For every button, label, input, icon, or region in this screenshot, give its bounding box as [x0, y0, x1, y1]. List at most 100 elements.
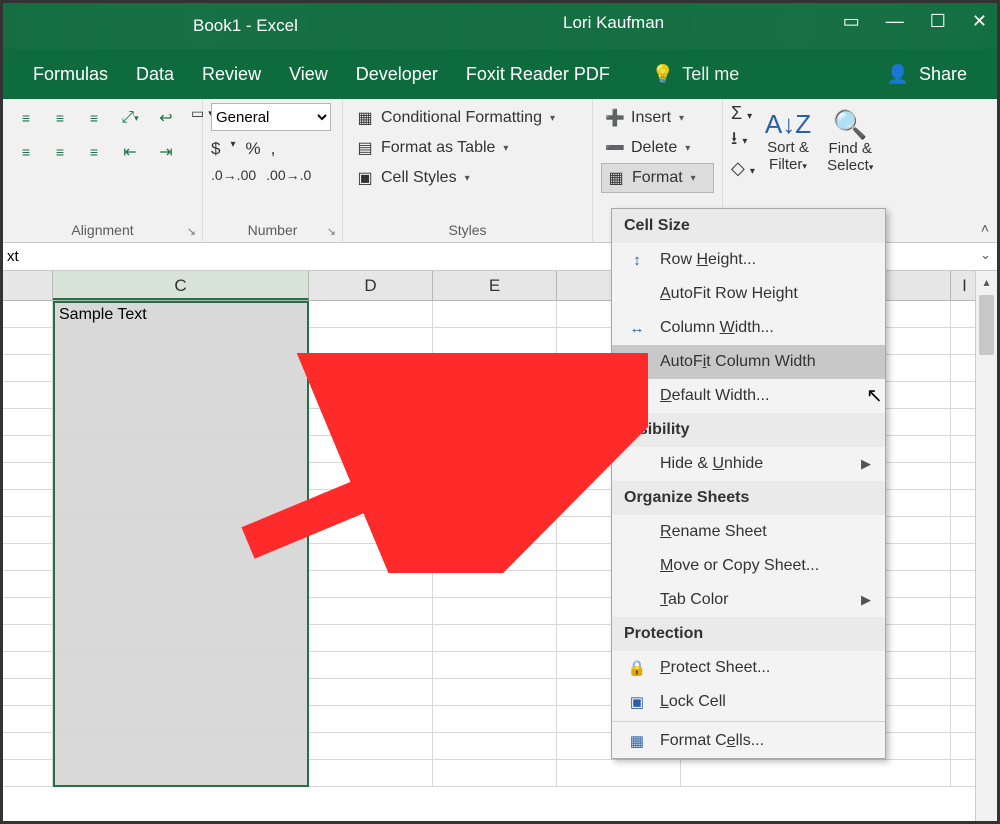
cell[interactable] — [433, 571, 557, 598]
menu-column-width[interactable]: ↔ Column Width... — [612, 311, 885, 345]
cell[interactable] — [309, 544, 433, 571]
cell[interactable] — [433, 355, 557, 382]
cell[interactable] — [53, 409, 309, 436]
format-as-table-button[interactable]: ▤ Format as Table▾ — [351, 133, 584, 163]
cell[interactable] — [309, 598, 433, 625]
cell[interactable] — [309, 706, 433, 733]
decrease-decimal-icon[interactable]: .00→.0 — [266, 167, 311, 183]
cell[interactable] — [3, 355, 53, 382]
col-header-e[interactable]: E — [433, 271, 557, 300]
menu-hide-unhide[interactable]: Hide & Unhide ▶ — [612, 447, 885, 481]
cell[interactable] — [3, 571, 53, 598]
cell[interactable] — [309, 436, 433, 463]
cell[interactable] — [53, 733, 309, 760]
comma-icon[interactable]: , — [271, 139, 276, 159]
cell[interactable] — [433, 301, 557, 328]
cell[interactable] — [53, 652, 309, 679]
currency-icon[interactable]: $ — [211, 139, 220, 159]
cell-styles-button[interactable]: ▣ Cell Styles▾ — [351, 163, 584, 193]
cell[interactable] — [3, 706, 53, 733]
cell[interactable] — [309, 490, 433, 517]
autosum-icon[interactable]: Σ ▾ — [731, 103, 755, 124]
cell[interactable] — [433, 706, 557, 733]
increase-decimal-icon[interactable]: .0→.00 — [211, 167, 256, 183]
menu-row-height[interactable]: ↕ Row Height... — [612, 243, 885, 277]
tab-review[interactable]: Review — [202, 64, 261, 85]
sort-filter-button[interactable]: A↓Z Sort &Filter▾ — [759, 103, 817, 179]
cell[interactable] — [3, 679, 53, 706]
cell[interactable] — [433, 625, 557, 652]
cell[interactable] — [3, 544, 53, 571]
cell[interactable] — [3, 436, 53, 463]
cell[interactable] — [309, 463, 433, 490]
cell[interactable] — [309, 517, 433, 544]
tab-developer[interactable]: Developer — [356, 64, 438, 85]
alignment-dialog-launcher-icon[interactable]: ↘ — [187, 225, 196, 238]
cell[interactable] — [557, 760, 681, 787]
cell[interactable] — [433, 652, 557, 679]
cell[interactable] — [3, 463, 53, 490]
wrap-text-icon[interactable]: ↩ — [151, 103, 181, 133]
cell[interactable] — [3, 598, 53, 625]
cell[interactable] — [309, 625, 433, 652]
tell-me[interactable]: 💡 Tell me — [652, 64, 739, 85]
cell[interactable] — [53, 517, 309, 544]
find-select-button[interactable]: 🔍 Find &Select▾ — [821, 103, 879, 179]
ribbon-display-options-icon[interactable]: ▭ — [843, 11, 860, 32]
col-header-c[interactable]: C — [53, 271, 309, 300]
cell[interactable] — [433, 328, 557, 355]
cell[interactable] — [53, 571, 309, 598]
cell[interactable] — [53, 625, 309, 652]
cell[interactable] — [433, 463, 557, 490]
clear-icon[interactable]: ◇ ▾ — [731, 158, 755, 179]
cell[interactable] — [53, 463, 309, 490]
number-format-select[interactable]: General — [211, 103, 331, 131]
collapse-ribbon-icon[interactable]: ˄ — [981, 220, 989, 236]
menu-default-width[interactable]: Default Width... — [612, 379, 885, 413]
cell[interactable] — [53, 706, 309, 733]
cell[interactable] — [309, 382, 433, 409]
fill-icon[interactable]: ⭳ ▾ — [731, 126, 755, 156]
cell[interactable] — [433, 760, 557, 787]
orientation-icon[interactable]: ⤢▾ — [115, 103, 145, 133]
cell[interactable] — [681, 760, 951, 787]
cell[interactable] — [53, 544, 309, 571]
align-center-icon[interactable]: ≡ — [45, 137, 75, 167]
cell[interactable] — [3, 382, 53, 409]
cell[interactable] — [3, 760, 53, 787]
cell[interactable] — [3, 625, 53, 652]
decrease-indent-icon[interactable]: ⇤ — [115, 137, 145, 167]
maximize-icon[interactable]: ☐ — [930, 11, 946, 32]
col-header-d[interactable]: D — [309, 271, 433, 300]
cell[interactable] — [53, 382, 309, 409]
share-button[interactable]: 👤 Share — [887, 64, 967, 85]
cell[interactable] — [433, 436, 557, 463]
number-dialog-launcher-icon[interactable]: ↘ — [327, 225, 336, 238]
cell[interactable] — [309, 733, 433, 760]
format-button[interactable]: ▦ Format▾ — [601, 163, 714, 193]
cell[interactable] — [3, 517, 53, 544]
percent-icon[interactable]: % — [246, 139, 261, 159]
tab-formulas[interactable]: Formulas — [33, 64, 108, 85]
cell[interactable] — [433, 490, 557, 517]
increase-indent-icon[interactable]: ⇥ — [151, 137, 181, 167]
menu-format-cells[interactable]: ▦ Format Cells... — [612, 724, 885, 758]
cell[interactable] — [309, 571, 433, 598]
cell[interactable] — [309, 652, 433, 679]
tab-data[interactable]: Data — [136, 64, 174, 85]
menu-move-copy[interactable]: Move or Copy Sheet... — [612, 549, 885, 583]
tab-view[interactable]: View — [289, 64, 328, 85]
cell[interactable] — [53, 355, 309, 382]
tab-foxit[interactable]: Foxit Reader PDF — [466, 64, 610, 85]
cell[interactable] — [433, 598, 557, 625]
delete-button[interactable]: ➖ Delete▾ — [601, 133, 714, 163]
cell[interactable] — [53, 490, 309, 517]
align-left-icon[interactable]: ≡ — [11, 137, 41, 167]
cell[interactable] — [3, 490, 53, 517]
vertical-scrollbar[interactable]: ▴ — [975, 271, 997, 821]
cell[interactable] — [309, 328, 433, 355]
cell[interactable] — [53, 760, 309, 787]
cell[interactable] — [309, 409, 433, 436]
cell[interactable] — [433, 382, 557, 409]
cell[interactable] — [3, 328, 53, 355]
